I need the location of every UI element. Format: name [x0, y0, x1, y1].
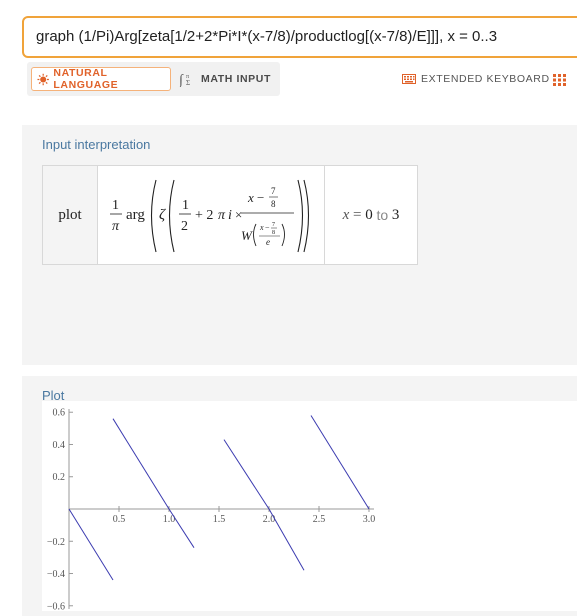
svg-text:W: W	[241, 228, 253, 243]
svg-text:7: 7	[271, 186, 276, 196]
pod-title: Input interpretation	[42, 137, 151, 152]
svg-text:−: −	[265, 223, 270, 232]
svg-text:x: x	[247, 190, 254, 205]
svg-text:×: ×	[235, 207, 242, 222]
interpretation-formula: 1 π arg ζ 1 2 + 2 π i × x − 7 8 W x − 7 …	[98, 166, 325, 264]
svg-text:x: x	[259, 223, 264, 232]
extended-keyboard-button[interactable]: EXTENDED KEYBOARD	[402, 73, 550, 85]
sun-icon	[37, 73, 49, 85]
y-tick-label: −0.2	[47, 537, 65, 548]
svg-text:−: −	[257, 190, 264, 205]
keyboard-icon	[402, 74, 416, 84]
svg-text:ζ: ζ	[159, 207, 166, 223]
range-from: 0	[365, 206, 373, 223]
range-to-keyword: to	[376, 207, 389, 223]
svg-text:1: 1	[112, 198, 119, 213]
range-to: 3	[391, 206, 400, 223]
math-input-icon: ∫ π Σ	[179, 73, 190, 87]
svg-text:8: 8	[272, 230, 275, 236]
y-tick-label: 0.4	[53, 440, 66, 451]
natural-language-button[interactable]: NATURAL LANGUAGE	[31, 67, 171, 91]
svg-text:π: π	[112, 219, 120, 234]
math-input-label: MATH INPUT	[201, 73, 271, 85]
y-tick-label: −0.4	[47, 569, 65, 580]
x-tick-label: 2.0	[263, 514, 276, 525]
plot-chart: 0.5 1.0 1.5 2.0 2.5 3.00.60.40.2−0.2−0.4−0.6	[42, 401, 577, 612]
y-tick-label: −0.6	[47, 601, 65, 611]
svg-text:∫: ∫	[179, 73, 184, 87]
search-input[interactable]: graph (1/Pi)Arg[zeta[1/2+2*Pi*I*(x-7/8)/…	[36, 28, 497, 45]
svg-text:1: 1	[182, 198, 189, 213]
formula-image: 1 π arg ζ 1 2 + 2 π i × x − 7 8 W x − 7 …	[110, 179, 309, 253]
x-tick-label: 0.5	[113, 514, 126, 525]
extended-keyboard-label: EXTENDED KEYBOARD	[421, 73, 550, 85]
svg-text:7: 7	[272, 222, 275, 228]
svg-text:arg: arg	[126, 207, 145, 223]
interpretation-table: plot 1 π arg ζ 1 2 + 2 π i × x − 7 8 W x…	[42, 165, 418, 265]
natural-language-label: NATURAL LANGUAGE	[53, 67, 119, 91]
svg-text:π: π	[218, 208, 226, 223]
svg-text:2: 2	[181, 219, 188, 234]
svg-text:+ 2: + 2	[195, 208, 213, 223]
plot-background	[42, 401, 577, 611]
svg-text:e: e	[266, 237, 270, 247]
x-tick-label: 1.5	[213, 514, 226, 525]
math-input-button[interactable]: ∫ π Σ MATH INPUT	[179, 67, 271, 91]
input-mode-switcher: NATURAL LANGUAGE ∫ π Σ MATH INPUT	[27, 62, 280, 96]
plot-area: 0.5 1.0 1.5 2.0 2.5 3.0 0.6 0.4 0.2 −0.2 −0.4 −0.6	[42, 401, 577, 612]
svg-text:i: i	[228, 208, 232, 223]
x-tick-label: 3.0	[363, 514, 376, 525]
interpretation-head: plot	[43, 166, 98, 264]
svg-text:8: 8	[271, 199, 276, 209]
search-box[interactable]: graph (1/Pi)Arg[zeta[1/2+2*Pi*I*(x-7/8)/…	[22, 16, 577, 58]
x-tick-label: 2.5	[313, 514, 326, 525]
input-interpretation-pod: Input interpretation plot 1 π arg ζ 1 2 …	[22, 125, 577, 365]
interpretation-range: x = 0 to 3	[325, 166, 417, 264]
y-tick-label: 0.2	[53, 472, 66, 483]
y-tick-label: 0.6	[53, 408, 66, 419]
top-bar: graph (1/Pi)Arg[zeta[1/2+2*Pi*I*(x-7/8)/…	[0, 0, 577, 112]
svg-text:Σ: Σ	[186, 79, 190, 87]
range-variable: x	[342, 206, 350, 223]
plot-pod: Plot 0.5 1.0 1.5 2.0 2.5 3.0 0.6 0.4 0.2 −0.2 −0.4…	[22, 376, 577, 616]
grid-icon[interactable]	[553, 73, 567, 91]
range-equals: =	[353, 206, 362, 223]
